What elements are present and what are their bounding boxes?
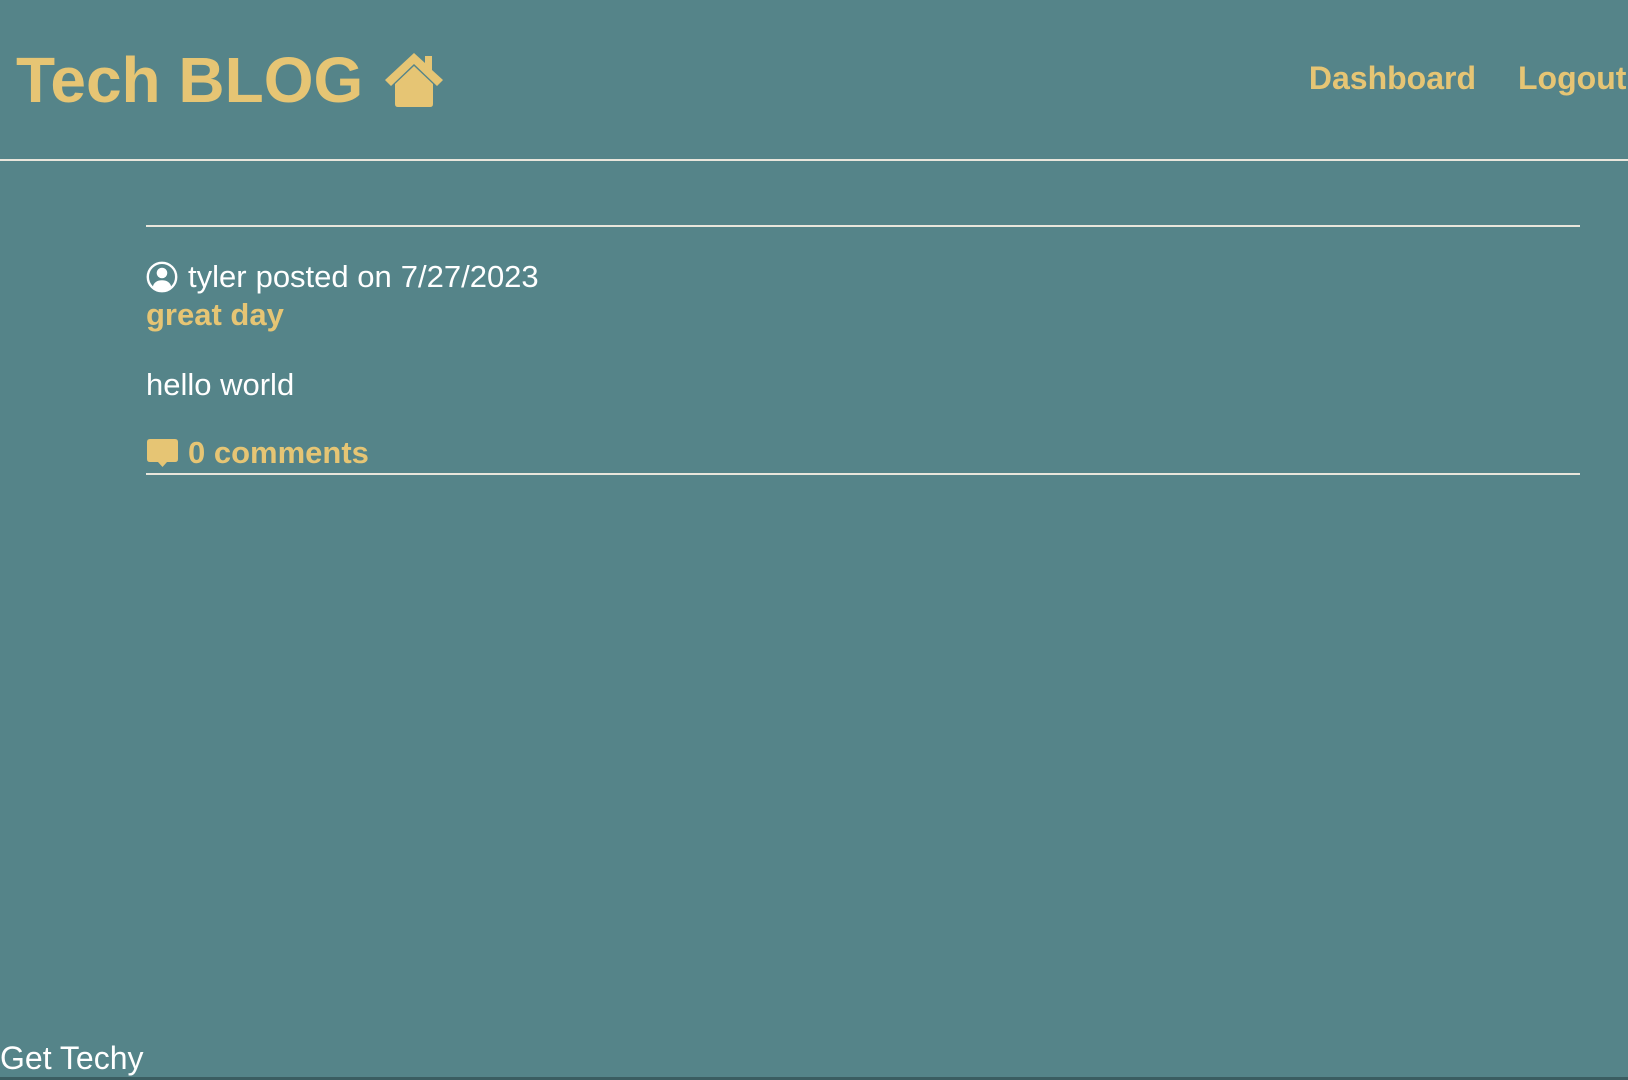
brand-home-link[interactable]: Tech BLOG [16, 40, 445, 120]
home-icon [383, 51, 445, 109]
logout-link[interactable]: Logout [1518, 56, 1628, 100]
comment-icon [146, 437, 179, 470]
main-nav: Dashboard Logout [1309, 56, 1628, 100]
comments-link[interactable]: 0 comments [146, 433, 369, 473]
post-meta-text: posted on [255, 259, 392, 294]
comments-count-label: 0 comments [188, 435, 369, 470]
post-author: tyler [188, 259, 247, 294]
post-body: hello world [146, 367, 295, 402]
site-footer: Get Techy [0, 1040, 144, 1076]
post-top-divider [146, 225, 1580, 227]
site-header: Tech BLOG Dashboard Logout [0, 0, 1628, 161]
post-date: 7/27/2023 [400, 259, 539, 294]
user-circle-icon [146, 261, 178, 293]
dashboard-link[interactable]: Dashboard [1309, 56, 1476, 100]
post-bottom-divider [146, 473, 1580, 475]
brand-title: Tech BLOG [16, 44, 364, 116]
post-title-link[interactable]: great day [146, 297, 284, 333]
post-card: tyler posted on 7/27/2023 great day hell… [146, 225, 1580, 475]
post-meta: tyler posted on 7/27/2023 [146, 257, 1580, 297]
